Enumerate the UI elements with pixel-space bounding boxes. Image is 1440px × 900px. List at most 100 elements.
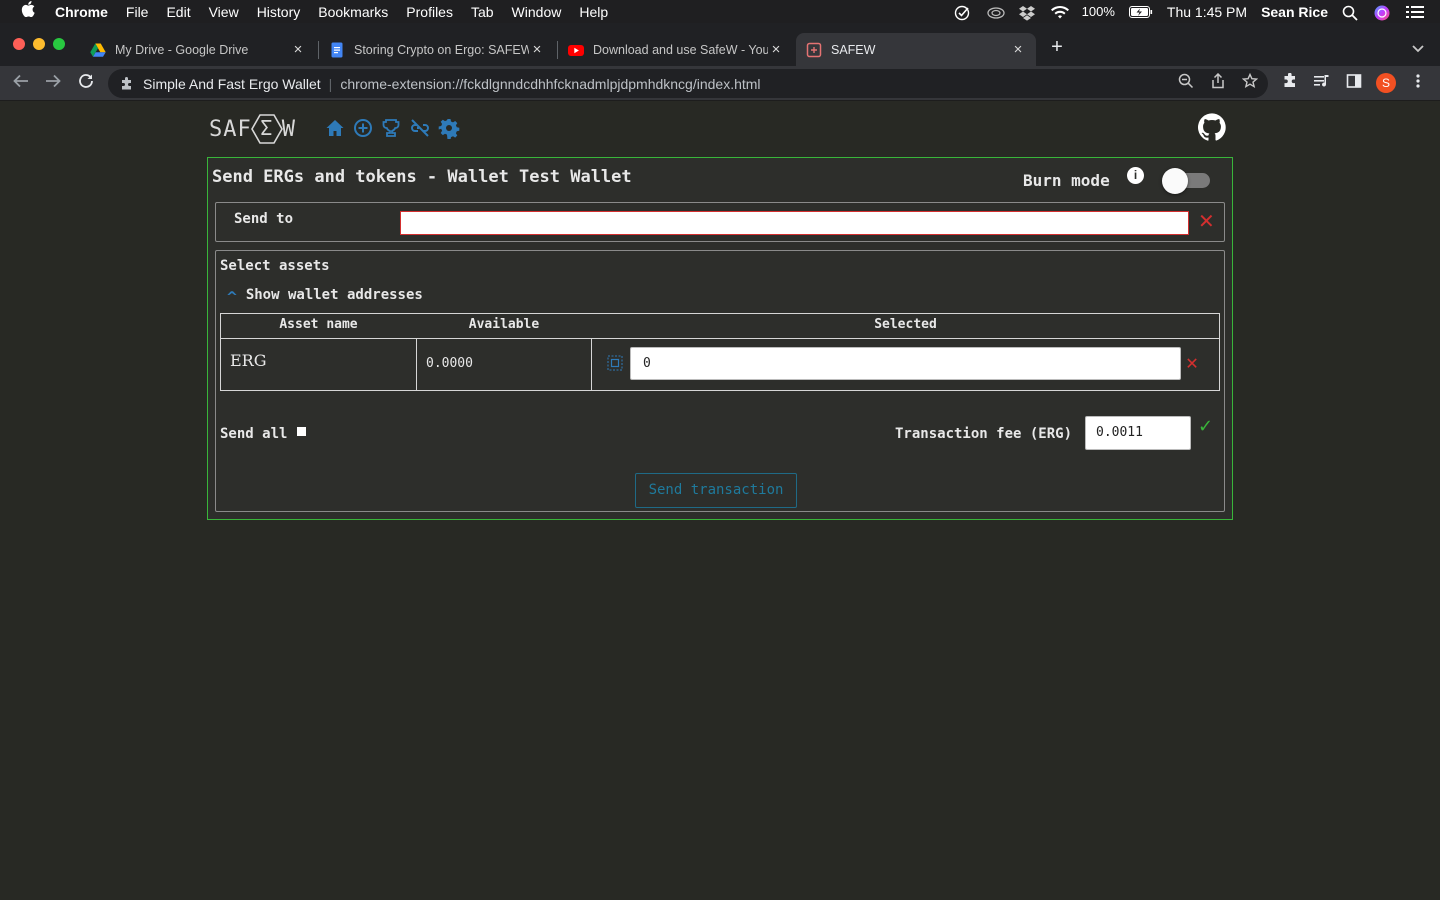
checkmark-status-icon[interactable] — [954, 5, 972, 20]
selected-amount-input[interactable]: 0 — [630, 347, 1181, 380]
tab-youtube[interactable]: Download and use SafeW - YouTube × — [558, 33, 794, 66]
window-minimize-button[interactable] — [33, 38, 45, 50]
show-wallet-addresses-label: Show wallet addresses — [245, 286, 423, 303]
macos-menubar: Chrome File Edit View History Bookmarks … — [0, 0, 1440, 23]
battery-charging-icon[interactable] — [1128, 5, 1153, 19]
user-name[interactable]: Sean Rice — [1261, 4, 1328, 20]
back-arrow-icon[interactable] — [9, 72, 33, 96]
column-header-asset-name: Asset name — [279, 317, 358, 332]
menu-history[interactable]: History — [257, 4, 301, 20]
address-bar[interactable]: Simple And Fast Ergo Wallet | chrome-ext… — [108, 69, 1268, 98]
new-tab-icon[interactable]: + — [1045, 35, 1069, 59]
asset-table: Asset name Available Selected ERG 0.0000… — [220, 313, 1220, 391]
show-wallet-addresses-toggle[interactable]: ^ Show wallet addresses — [226, 284, 423, 306]
select-assets-section: Select assets ^ Show wallet addresses As… — [215, 250, 1225, 512]
table-header-divider — [221, 338, 1219, 339]
media-controls-icon[interactable] — [1312, 73, 1332, 93]
menu-file[interactable]: File — [126, 4, 149, 20]
apple-menu-icon[interactable] — [0, 1, 55, 22]
tab-title: My Drive - Google Drive — [115, 42, 249, 57]
control-center-icon[interactable] — [1406, 5, 1424, 19]
zoom-out-icon[interactable] — [1176, 73, 1196, 93]
spotlight-search-icon[interactable] — [1342, 5, 1360, 21]
reload-icon[interactable] — [74, 72, 98, 96]
google-docs-icon — [329, 42, 345, 58]
window-zoom-button[interactable] — [53, 38, 65, 50]
safew-app: SAF Σ W Send ERGs and tokens - Wallet Te… — [0, 101, 1440, 900]
clear-amount-icon[interactable]: ✕ — [1186, 352, 1198, 372]
bookmark-star-icon[interactable] — [1240, 72, 1260, 93]
share-icon[interactable] — [1208, 72, 1228, 93]
google-drive-icon — [90, 42, 106, 58]
site-name: Simple And Fast Ergo Wallet — [143, 75, 321, 92]
tab-google-drive[interactable]: My Drive - Google Drive × — [80, 33, 316, 66]
menu-app-name[interactable]: Chrome — [55, 4, 108, 20]
unlink-icon[interactable] — [409, 117, 431, 139]
clock[interactable]: Thu 1:45 PM — [1167, 4, 1247, 20]
menu-tab[interactable]: Tab — [471, 4, 494, 20]
tab-title: Download and use SafeW - YouTube — [593, 42, 768, 57]
menu-bookmarks[interactable]: Bookmarks — [318, 4, 388, 20]
gear-icon[interactable] — [438, 117, 460, 140]
menu-edit[interactable]: Edit — [166, 4, 190, 20]
burn-mode-label: Burn mode — [1023, 171, 1110, 190]
extensions-icon[interactable] — [1280, 72, 1300, 93]
logo-text-right: W — [281, 116, 296, 142]
transaction-fee-label: Transaction fee (ERG) — [895, 426, 1073, 442]
menu-help[interactable]: Help — [579, 4, 608, 20]
table-column-divider — [416, 338, 417, 391]
chrome-menu-icon[interactable] — [1408, 73, 1428, 93]
fee-valid-check-icon: ✓ — [1198, 416, 1214, 436]
menu-profiles[interactable]: Profiles — [406, 4, 453, 20]
github-icon[interactable] — [1197, 113, 1226, 141]
wifi-icon[interactable] — [1050, 5, 1069, 19]
side-panel-icon[interactable] — [1344, 73, 1364, 93]
logo-sigma-hexagon: Σ — [250, 113, 283, 145]
omnibox-separator: | — [328, 75, 333, 92]
safew-logo[interactable]: SAF Σ W — [209, 113, 296, 145]
burn-mode-toggle[interactable] — [1162, 168, 1210, 194]
siri-icon[interactable] — [1374, 5, 1392, 20]
send-all-checkbox[interactable] — [297, 426, 307, 436]
send-transaction-button[interactable]: Send transaction — [635, 473, 797, 508]
forward-arrow-icon[interactable] — [41, 72, 65, 96]
available-cell: 0.0000 — [426, 356, 473, 371]
column-header-available: Available — [468, 317, 540, 332]
tab-title: Storing Crypto on Ergo: SAFEW — [354, 42, 529, 57]
extension-puzzle-icon — [120, 76, 134, 91]
select-assets-label: Select assets — [220, 258, 330, 274]
page-title: Send ERGs and tokens - Wallet Test Walle… — [212, 167, 632, 187]
send-all-row: Send all — [220, 426, 307, 442]
transaction-fee-input[interactable]: 0.0011 — [1085, 416, 1191, 450]
menu-view[interactable]: View — [209, 4, 239, 20]
add-circle-icon[interactable] — [352, 117, 374, 139]
tab-search-chevron-icon[interactable] — [1406, 35, 1430, 59]
column-header-selected: Selected — [874, 317, 937, 332]
cloud-sync-icon[interactable] — [986, 5, 1005, 19]
profile-avatar[interactable]: S — [1376, 73, 1396, 93]
window-close-button[interactable] — [13, 38, 25, 50]
menu-window[interactable]: Window — [512, 4, 562, 20]
trophy-icon[interactable] — [380, 117, 402, 139]
send-to-label: Send to — [234, 211, 294, 227]
tab-close-icon[interactable]: × — [290, 41, 306, 58]
tab-google-docs[interactable]: Storing Crypto on Ergo: SAFEW × — [319, 33, 555, 66]
browser-toolbar: Simple And Fast Ergo Wallet | chrome-ext… — [0, 66, 1440, 101]
clear-address-icon[interactable]: ✕ — [1198, 212, 1215, 232]
select-all-icon[interactable] — [607, 355, 623, 371]
tab-close-icon[interactable]: × — [1010, 41, 1026, 58]
info-icon[interactable]: i — [1127, 167, 1144, 184]
dropbox-icon[interactable] — [1018, 5, 1036, 21]
tab-safew[interactable]: SAFEW × — [796, 33, 1036, 66]
send-panel: Send ERGs and tokens - Wallet Test Walle… — [207, 157, 1233, 520]
url-text[interactable]: chrome-extension://fckdlgnndcdhhfcknadml… — [340, 76, 760, 92]
youtube-icon — [568, 42, 584, 58]
tab-close-icon[interactable]: × — [529, 41, 545, 58]
chevron-up-icon: ^ — [226, 290, 238, 305]
tab-title: SAFEW — [831, 42, 876, 57]
browser-tab-strip: My Drive - Google Drive × Storing Crypto… — [0, 23, 1440, 66]
home-icon[interactable] — [324, 117, 346, 139]
safew-icon — [806, 42, 822, 58]
send-to-input[interactable] — [400, 211, 1189, 235]
tab-close-icon[interactable]: × — [768, 41, 784, 58]
